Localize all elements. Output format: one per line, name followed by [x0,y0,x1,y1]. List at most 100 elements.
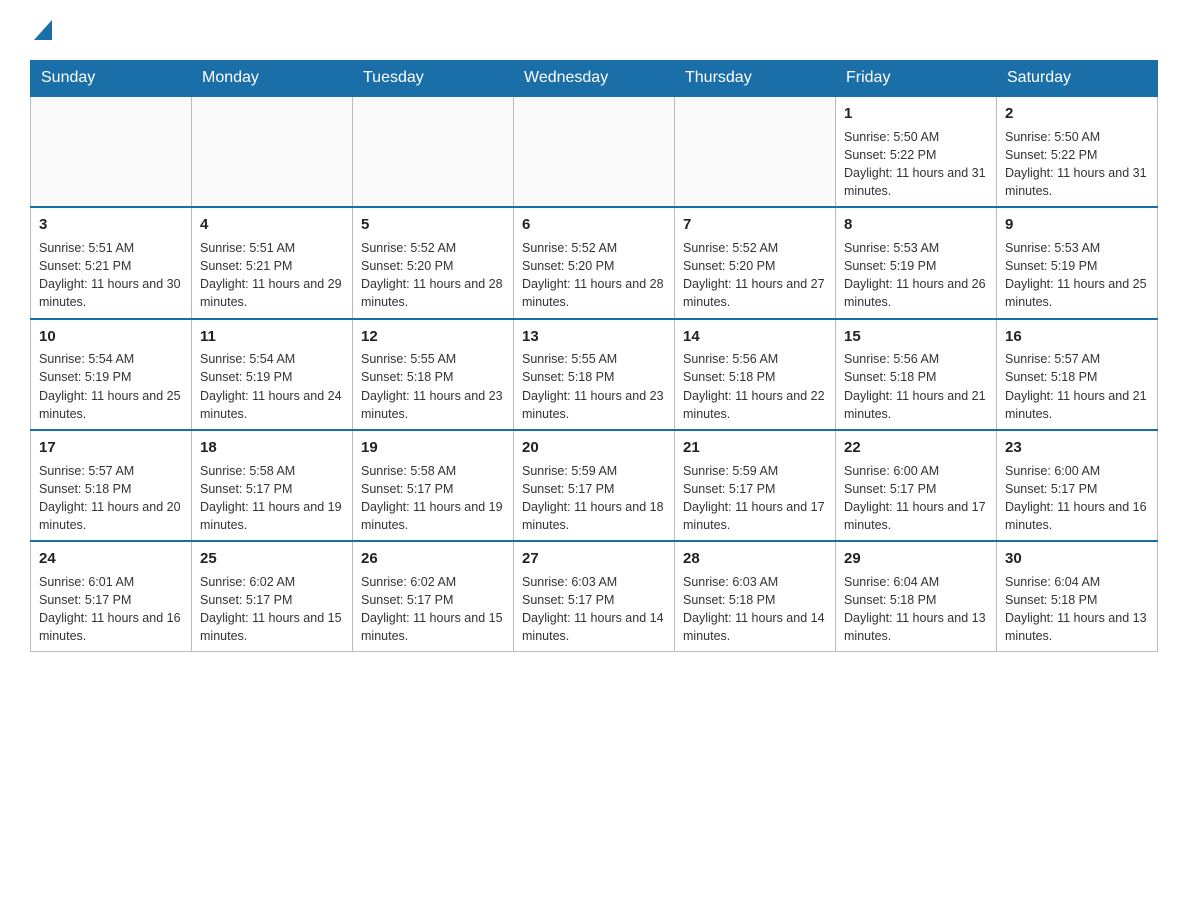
day-info: Sunrise: 5:55 AMSunset: 5:18 PMDaylight:… [522,350,666,423]
day-number: 8 [844,214,988,236]
day-info: Sunrise: 5:54 AMSunset: 5:19 PMDaylight:… [200,350,344,423]
day-info: Sunrise: 6:01 AMSunset: 5:17 PMDaylight:… [39,573,183,646]
logo-arrow-icon [34,20,52,40]
day-info: Sunrise: 5:52 AMSunset: 5:20 PMDaylight:… [522,239,666,312]
day-info: Sunrise: 6:02 AMSunset: 5:17 PMDaylight:… [200,573,344,646]
day-number: 11 [200,326,344,348]
cell-week4-day6: 23Sunrise: 6:00 AMSunset: 5:17 PMDayligh… [997,430,1158,541]
day-number: 5 [361,214,505,236]
day-info: Sunrise: 5:57 AMSunset: 5:18 PMDaylight:… [39,462,183,535]
day-info: Sunrise: 5:53 AMSunset: 5:19 PMDaylight:… [1005,239,1149,312]
day-number: 18 [200,437,344,459]
cell-week1-day5: 1 Sunrise: 5:50 AMSunset: 5:22 PMDaylight… [836,96,997,207]
day-info: Sunrise: 5:54 AMSunset: 5:19 PMDaylight:… [39,350,183,423]
cell-week2-day5: 8 Sunrise: 5:53 AMSunset: 5:19 PMDaylight… [836,207,997,318]
cell-week1-day0 [31,96,192,207]
day-info: Sunrise: 5:52 AMSunset: 5:20 PMDaylight:… [361,239,505,312]
day-number: 9 [1005,214,1149,236]
header-tuesday: Tuesday [353,61,514,97]
day-info: Sunrise: 5:58 AMSunset: 5:17 PMDaylight:… [200,462,344,535]
day-info: Sunrise: 5:50 AMSunset: 5:22 PMDaylight:… [844,128,988,201]
day-number: 24 [39,548,183,570]
day-number: 17 [39,437,183,459]
calendar-table: SundayMondayTuesdayWednesdayThursdayFrid… [30,60,1158,652]
day-number: 20 [522,437,666,459]
cell-week2-day1: 4Sunrise: 5:51 AMSunset: 5:21 PMDaylight… [192,207,353,318]
cell-week3-day6: 16Sunrise: 5:57 AMSunset: 5:18 PMDayligh… [997,319,1158,430]
day-number: 10 [39,326,183,348]
week-row-4: 17 Sunrise: 5:57 AMSunset: 5:18 PMDayligh… [31,430,1158,541]
week-row-1: 1 Sunrise: 5:50 AMSunset: 5:22 PMDaylight… [31,96,1158,207]
cell-week4-day2: 19 Sunrise: 5:58 AMSunset: 5:17 PMDayligh… [353,430,514,541]
day-info: Sunrise: 5:51 AMSunset: 5:21 PMDaylight:… [39,239,183,312]
cell-week5-day2: 26Sunrise: 6:02 AMSunset: 5:17 PMDayligh… [353,541,514,652]
day-number: 14 [683,326,827,348]
header-friday: Friday [836,61,997,97]
day-info: Sunrise: 5:55 AMSunset: 5:18 PMDaylight:… [361,350,505,423]
cell-week2-day0: 3 Sunrise: 5:51 AMSunset: 5:21 PMDaylight… [31,207,192,318]
cell-week5-day5: 29 Sunrise: 6:04 AMSunset: 5:18 PMDayligh… [836,541,997,652]
day-info: Sunrise: 5:59 AMSunset: 5:17 PMDaylight:… [683,462,827,535]
day-number: 13 [522,326,666,348]
cell-week2-day4: 7 Sunrise: 5:52 AMSunset: 5:20 PMDaylight… [675,207,836,318]
day-number: 15 [844,326,988,348]
header-monday: Monday [192,61,353,97]
cell-week3-day3: 13Sunrise: 5:55 AMSunset: 5:18 PMDayligh… [514,319,675,430]
header-wednesday: Wednesday [514,61,675,97]
cell-week2-day3: 6 Sunrise: 5:52 AMSunset: 5:20 PMDaylight… [514,207,675,318]
day-number: 4 [200,214,344,236]
weekday-header-row: SundayMondayTuesdayWednesdayThursdayFrid… [31,61,1158,97]
cell-week3-day0: 10Sunrise: 5:54 AMSunset: 5:19 PMDayligh… [31,319,192,430]
cell-week4-day5: 22Sunrise: 6:00 AMSunset: 5:17 PMDayligh… [836,430,997,541]
header-saturday: Saturday [997,61,1158,97]
cell-week3-day5: 15Sunrise: 5:56 AMSunset: 5:18 PMDayligh… [836,319,997,430]
day-info: Sunrise: 5:58 AMSunset: 5:17 PMDaylight:… [361,462,505,535]
cell-week5-day4: 28 Sunrise: 6:03 AMSunset: 5:18 PMDayligh… [675,541,836,652]
day-number: 29 [844,548,988,570]
cell-week1-day1 [192,96,353,207]
day-info: Sunrise: 5:57 AMSunset: 5:18 PMDaylight:… [1005,350,1149,423]
day-number: 27 [522,548,666,570]
day-info: Sunrise: 5:52 AMSunset: 5:20 PMDaylight:… [683,239,827,312]
day-info: Sunrise: 6:04 AMSunset: 5:18 PMDaylight:… [844,573,988,646]
day-info: Sunrise: 6:03 AMSunset: 5:18 PMDaylight:… [683,573,827,646]
day-info: Sunrise: 5:56 AMSunset: 5:18 PMDaylight:… [683,350,827,423]
day-info: Sunrise: 5:56 AMSunset: 5:18 PMDaylight:… [844,350,988,423]
cell-week5-day6: 30 Sunrise: 6:04 AMSunset: 5:18 PMDayligh… [997,541,1158,652]
day-number: 6 [522,214,666,236]
week-row-2: 3 Sunrise: 5:51 AMSunset: 5:21 PMDaylight… [31,207,1158,318]
cell-week4-day3: 20 Sunrise: 5:59 AMSunset: 5:17 PMDayligh… [514,430,675,541]
day-info: Sunrise: 6:00 AMSunset: 5:17 PMDaylight:… [844,462,988,535]
logo [30,20,52,40]
cell-week3-day1: 11Sunrise: 5:54 AMSunset: 5:19 PMDayligh… [192,319,353,430]
day-info: Sunrise: 6:03 AMSunset: 5:17 PMDaylight:… [522,573,666,646]
day-number: 28 [683,548,827,570]
cell-week1-day2 [353,96,514,207]
day-info: Sunrise: 5:59 AMSunset: 5:17 PMDaylight:… [522,462,666,535]
cell-week5-day1: 25 Sunrise: 6:02 AMSunset: 5:17 PMDayligh… [192,541,353,652]
day-info: Sunrise: 5:50 AMSunset: 5:22 PMDaylight:… [1005,128,1149,201]
cell-week2-day6: 9 Sunrise: 5:53 AMSunset: 5:19 PMDaylight… [997,207,1158,318]
day-number: 3 [39,214,183,236]
cell-week2-day2: 5 Sunrise: 5:52 AMSunset: 5:20 PMDaylight… [353,207,514,318]
day-number: 21 [683,437,827,459]
day-number: 30 [1005,548,1149,570]
day-number: 12 [361,326,505,348]
header-sunday: Sunday [31,61,192,97]
cell-week4-day1: 18 Sunrise: 5:58 AMSunset: 5:17 PMDayligh… [192,430,353,541]
day-number: 19 [361,437,505,459]
day-number: 25 [200,548,344,570]
day-number: 1 [844,103,988,125]
cell-week1-day6: 2Sunrise: 5:50 AMSunset: 5:22 PMDaylight… [997,96,1158,207]
cell-week5-day0: 24 Sunrise: 6:01 AMSunset: 5:17 PMDayligh… [31,541,192,652]
header-thursday: Thursday [675,61,836,97]
day-info: Sunrise: 5:53 AMSunset: 5:19 PMDaylight:… [844,239,988,312]
cell-week4-day0: 17 Sunrise: 5:57 AMSunset: 5:18 PMDayligh… [31,430,192,541]
cell-week4-day4: 21 Sunrise: 5:59 AMSunset: 5:17 PMDayligh… [675,430,836,541]
day-number: 7 [683,214,827,236]
cell-week3-day2: 12Sunrise: 5:55 AMSunset: 5:18 PMDayligh… [353,319,514,430]
cell-week5-day3: 27 Sunrise: 6:03 AMSunset: 5:17 PMDayligh… [514,541,675,652]
cell-week1-day3 [514,96,675,207]
week-row-3: 10Sunrise: 5:54 AMSunset: 5:19 PMDayligh… [31,319,1158,430]
day-info: Sunrise: 6:04 AMSunset: 5:18 PMDaylight:… [1005,573,1149,646]
